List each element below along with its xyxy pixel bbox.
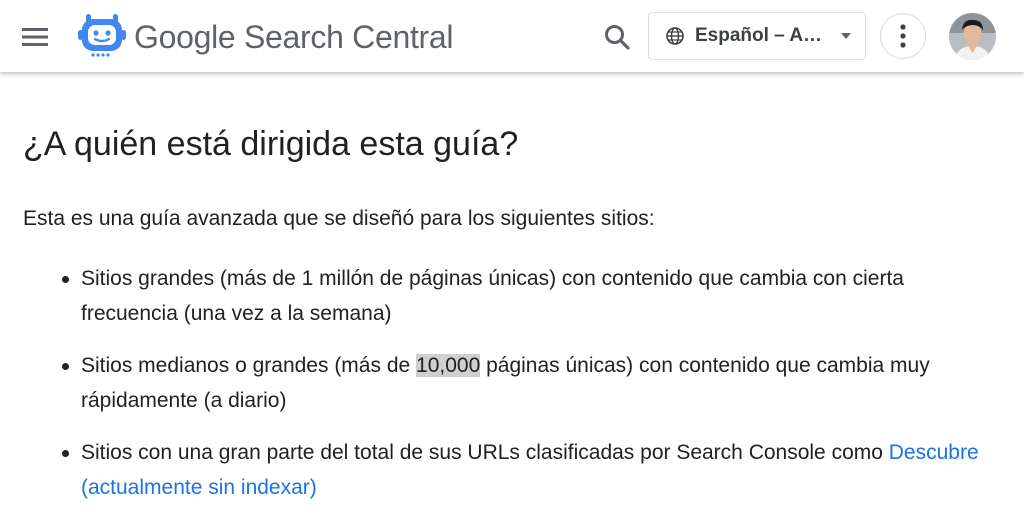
list-item: Sitios medianos o grandes (más de 10,000… [56,348,1006,418]
brand-google: Google [134,19,236,55]
hamburger-menu-icon [22,28,48,46]
brand-title[interactable]: Google Search Central [134,15,454,59]
user-avatar-photo [949,13,996,60]
highlighted-number: 10,000 [416,354,481,377]
globe-icon [666,27,684,45]
top-header: Google Search Central Español – A… [0,0,1024,72]
list-item: Sitios grandes (más de 1 millón de págin… [56,261,1006,331]
list-item-text-before: Sitios medianos o grandes (más de [81,354,417,377]
list-item-text-before: Sitios con una gran parte del total de s… [81,441,889,464]
search-button[interactable] [596,16,638,58]
user-avatar[interactable] [949,13,996,60]
brand-product: Search Central [243,19,454,55]
language-select[interactable]: Español – A… [648,12,866,60]
intro-paragraph: Esta es una guía avanzada que se diseñó … [23,207,655,230]
menu-button[interactable] [16,18,54,56]
more-options-button[interactable] [880,13,926,59]
list-item: Sitios con una gran parte del total de s… [56,435,1006,505]
search-central-robot-icon[interactable] [77,12,127,58]
dropdown-arrow-icon [841,33,851,39]
more-vert-icon [900,24,906,48]
search-icon [605,25,630,50]
site-type-list: Sitios grandes (más de 1 millón de págin… [56,261,1006,522]
language-label: Español – A… [695,25,823,46]
list-item-text: Sitios grandes (más de 1 millón de págin… [81,267,904,325]
section-heading: ¿A quién está dirigida esta guía? [23,125,519,163]
